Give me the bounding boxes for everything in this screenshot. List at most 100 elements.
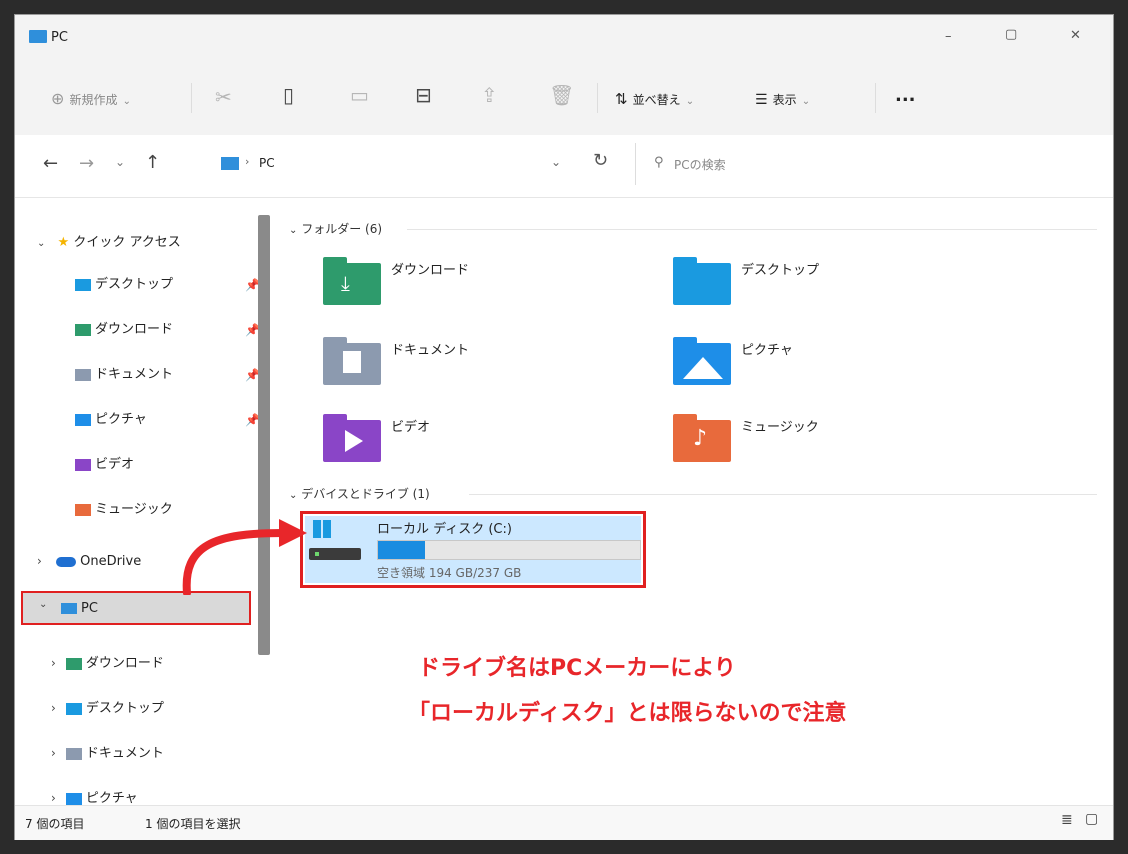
folder-tile-desktop[interactable]: デスクトップ — [659, 253, 959, 311]
sidebar-item-label: ドキュメント — [85, 746, 164, 761]
delete-icon[interactable]: 🗑 — [549, 83, 574, 107]
close-button[interactable]: ✕ — [1070, 28, 1081, 43]
folder-label: ミュージック — [741, 420, 819, 435]
title-bar: PC – ▢ ✕ — [15, 15, 1113, 63]
explorer-window: PC – ▢ ✕ ⊕ 新規作成 ⌄ ✂ ▯ ▭ ⊟ ⇪ 🗑 ⇅ 並べ替え ⌄ ☰… — [14, 14, 1114, 840]
forward-arrow-icon[interactable]: → — [79, 153, 94, 174]
documents-folder-icon — [323, 337, 381, 385]
folders-header-label: フォルダー (6) — [301, 222, 383, 236]
navigation-pane: ⌄ ★ クイック アクセス デスクトップ 📌 ダウンロード 📌 ドキュメント 📌… — [15, 198, 273, 806]
desktop-folder-icon — [673, 257, 731, 305]
sidebar-item-label: デスクトップ — [85, 701, 164, 716]
folder-label: ビデオ — [391, 420, 431, 435]
drive-usage-bar — [377, 540, 641, 560]
chevron-down-icon: ⌄ — [37, 238, 46, 249]
chevron-down-icon: ⌄ — [289, 225, 298, 236]
sidebar-item-pc-desktop[interactable]: › デスクトップ — [51, 693, 164, 723]
videos-folder-icon — [75, 458, 91, 471]
pc-icon — [61, 603, 77, 614]
cloud-icon — [55, 556, 76, 567]
sidebar-item-label: ミュージック — [95, 502, 173, 517]
sidebar-item-documents[interactable]: ドキュメント — [75, 360, 173, 390]
chevron-down-icon: ⌄ — [39, 599, 48, 610]
folder-tile-music[interactable]: ♪ ミュージック — [659, 410, 959, 468]
view-label: 表示 — [772, 93, 797, 107]
desktop-folder-icon — [75, 278, 91, 291]
share-icon[interactable]: ⇪ — [481, 83, 498, 107]
sidebar-item-music[interactable]: ミュージック — [75, 495, 173, 525]
search-icon: ⚲ — [654, 155, 664, 170]
sidebar-item-label: ピクチャ — [85, 791, 138, 806]
tiles-view-icon[interactable]: ▢ — [1085, 811, 1098, 827]
search-box[interactable]: ⚲ PCの検索 — [635, 143, 1106, 185]
sidebar-item-pictures[interactable]: ピクチャ — [75, 405, 147, 435]
folders-section-header[interactable]: ⌄ フォルダー (6) — [289, 220, 382, 237]
selected-count: 1 個の項目を選択 — [145, 817, 241, 831]
search-placeholder: PCの検索 — [674, 158, 726, 172]
drive-name: ローカル ディスク (C:) — [377, 522, 512, 537]
toolbar-divider — [875, 83, 876, 113]
copy-icon[interactable]: ▯ — [283, 83, 294, 107]
folder-tile-pictures[interactable]: ピクチャ — [659, 333, 959, 391]
address-path[interactable]: PC — [259, 156, 275, 170]
devices-section-header[interactable]: ⌄ デバイスとドライブ (1) — [289, 485, 430, 502]
window-title: PC — [51, 30, 68, 45]
chevron-down-icon: ⌄ — [122, 96, 131, 107]
sidebar-item-videos[interactable]: ビデオ — [75, 450, 134, 480]
more-button[interactable]: ... — [895, 85, 916, 106]
pictures-folder-icon — [673, 337, 731, 385]
sidebar-item-pc-documents[interactable]: › ドキュメント — [51, 738, 164, 768]
cut-icon[interactable]: ✂ — [215, 85, 232, 109]
content-pane: ⌄ フォルダー (6) ⤓ ダウンロード デスクトップ ドキュメント ピクチャ — [273, 198, 1113, 805]
item-count: 7 個の項目 — [25, 817, 85, 831]
folder-tile-videos[interactable]: ビデオ — [309, 410, 609, 468]
paste-icon[interactable]: ▭ — [350, 83, 369, 107]
folder-label: ピクチャ — [741, 343, 793, 358]
chevron-right-icon: › — [51, 746, 56, 760]
view-icon: ☰ — [755, 92, 768, 108]
download-folder-icon — [65, 657, 82, 670]
folder-tile-documents[interactable]: ドキュメント — [309, 333, 609, 391]
music-folder-icon: ♪ — [673, 414, 731, 462]
view-button[interactable]: ☰ 表示 ⌄ — [755, 89, 810, 108]
address-dropdown-icon[interactable]: ⌄ — [551, 155, 561, 169]
minimize-button[interactable]: – — [945, 29, 952, 44]
recent-chevron-icon[interactable]: ⌄ — [115, 155, 125, 169]
drive-usage-fill — [378, 541, 426, 559]
refresh-icon[interactable]: ↻ — [593, 150, 608, 171]
sidebar-item-onedrive[interactable]: › OneDrive — [37, 546, 141, 576]
chevron-down-icon: ⌄ — [801, 96, 811, 107]
folder-label: デスクトップ — [741, 263, 820, 278]
up-arrow-icon[interactable]: ↑ — [145, 152, 160, 173]
chevron-down-icon: ⌄ — [685, 96, 695, 107]
rename-icon[interactable]: ⊟ — [415, 83, 432, 107]
sidebar-item-label: デスクトップ — [95, 277, 174, 292]
details-view-icon[interactable]: ≣ — [1061, 812, 1073, 828]
folder-label: ドキュメント — [391, 343, 470, 358]
toolbar-divider — [191, 83, 192, 113]
folder-tile-downloads[interactable]: ⤓ ダウンロード — [309, 253, 609, 311]
maximize-button[interactable]: ▢ — [1005, 27, 1017, 42]
chevron-right-icon: › — [51, 701, 56, 715]
desktop-folder-icon — [65, 702, 82, 715]
quick-access-item[interactable]: ⌄ ★ クイック アクセス — [37, 228, 181, 258]
back-arrow-icon[interactable]: ← — [43, 153, 58, 174]
windows-logo-icon — [313, 520, 331, 538]
sidebar-item-pc[interactable]: ⌄ PC — [21, 591, 251, 625]
section-divider — [469, 494, 1097, 495]
sidebar-item-pc-downloads[interactable]: › ダウンロード — [51, 648, 164, 678]
download-folder-icon — [75, 323, 91, 336]
sidebar-item-downloads[interactable]: ダウンロード — [75, 315, 173, 345]
chevron-down-icon: ⌄ — [289, 490, 298, 501]
new-button[interactable]: ⊕ 新規作成 ⌄ — [51, 89, 131, 108]
drive-tile-c[interactable]: ローカル ディスク (C:) 空き領域 194 GB/237 GB — [300, 511, 646, 588]
command-bar: ⊕ 新規作成 ⌄ ✂ ▯ ▭ ⊟ ⇪ 🗑 ⇅ 並べ替え ⌄ ☰ 表示 ⌄ ... — [15, 63, 1113, 136]
annotation-arrow — [182, 519, 307, 595]
sort-button[interactable]: ⇅ 並べ替え ⌄ — [615, 89, 694, 108]
hard-drive-icon — [309, 548, 361, 560]
toolbar-divider — [597, 83, 598, 113]
folder-label: ダウンロード — [391, 263, 470, 278]
documents-folder-icon — [75, 368, 91, 381]
pictures-folder-icon — [75, 413, 91, 426]
sidebar-item-desktop[interactable]: デスクトップ — [75, 270, 173, 300]
